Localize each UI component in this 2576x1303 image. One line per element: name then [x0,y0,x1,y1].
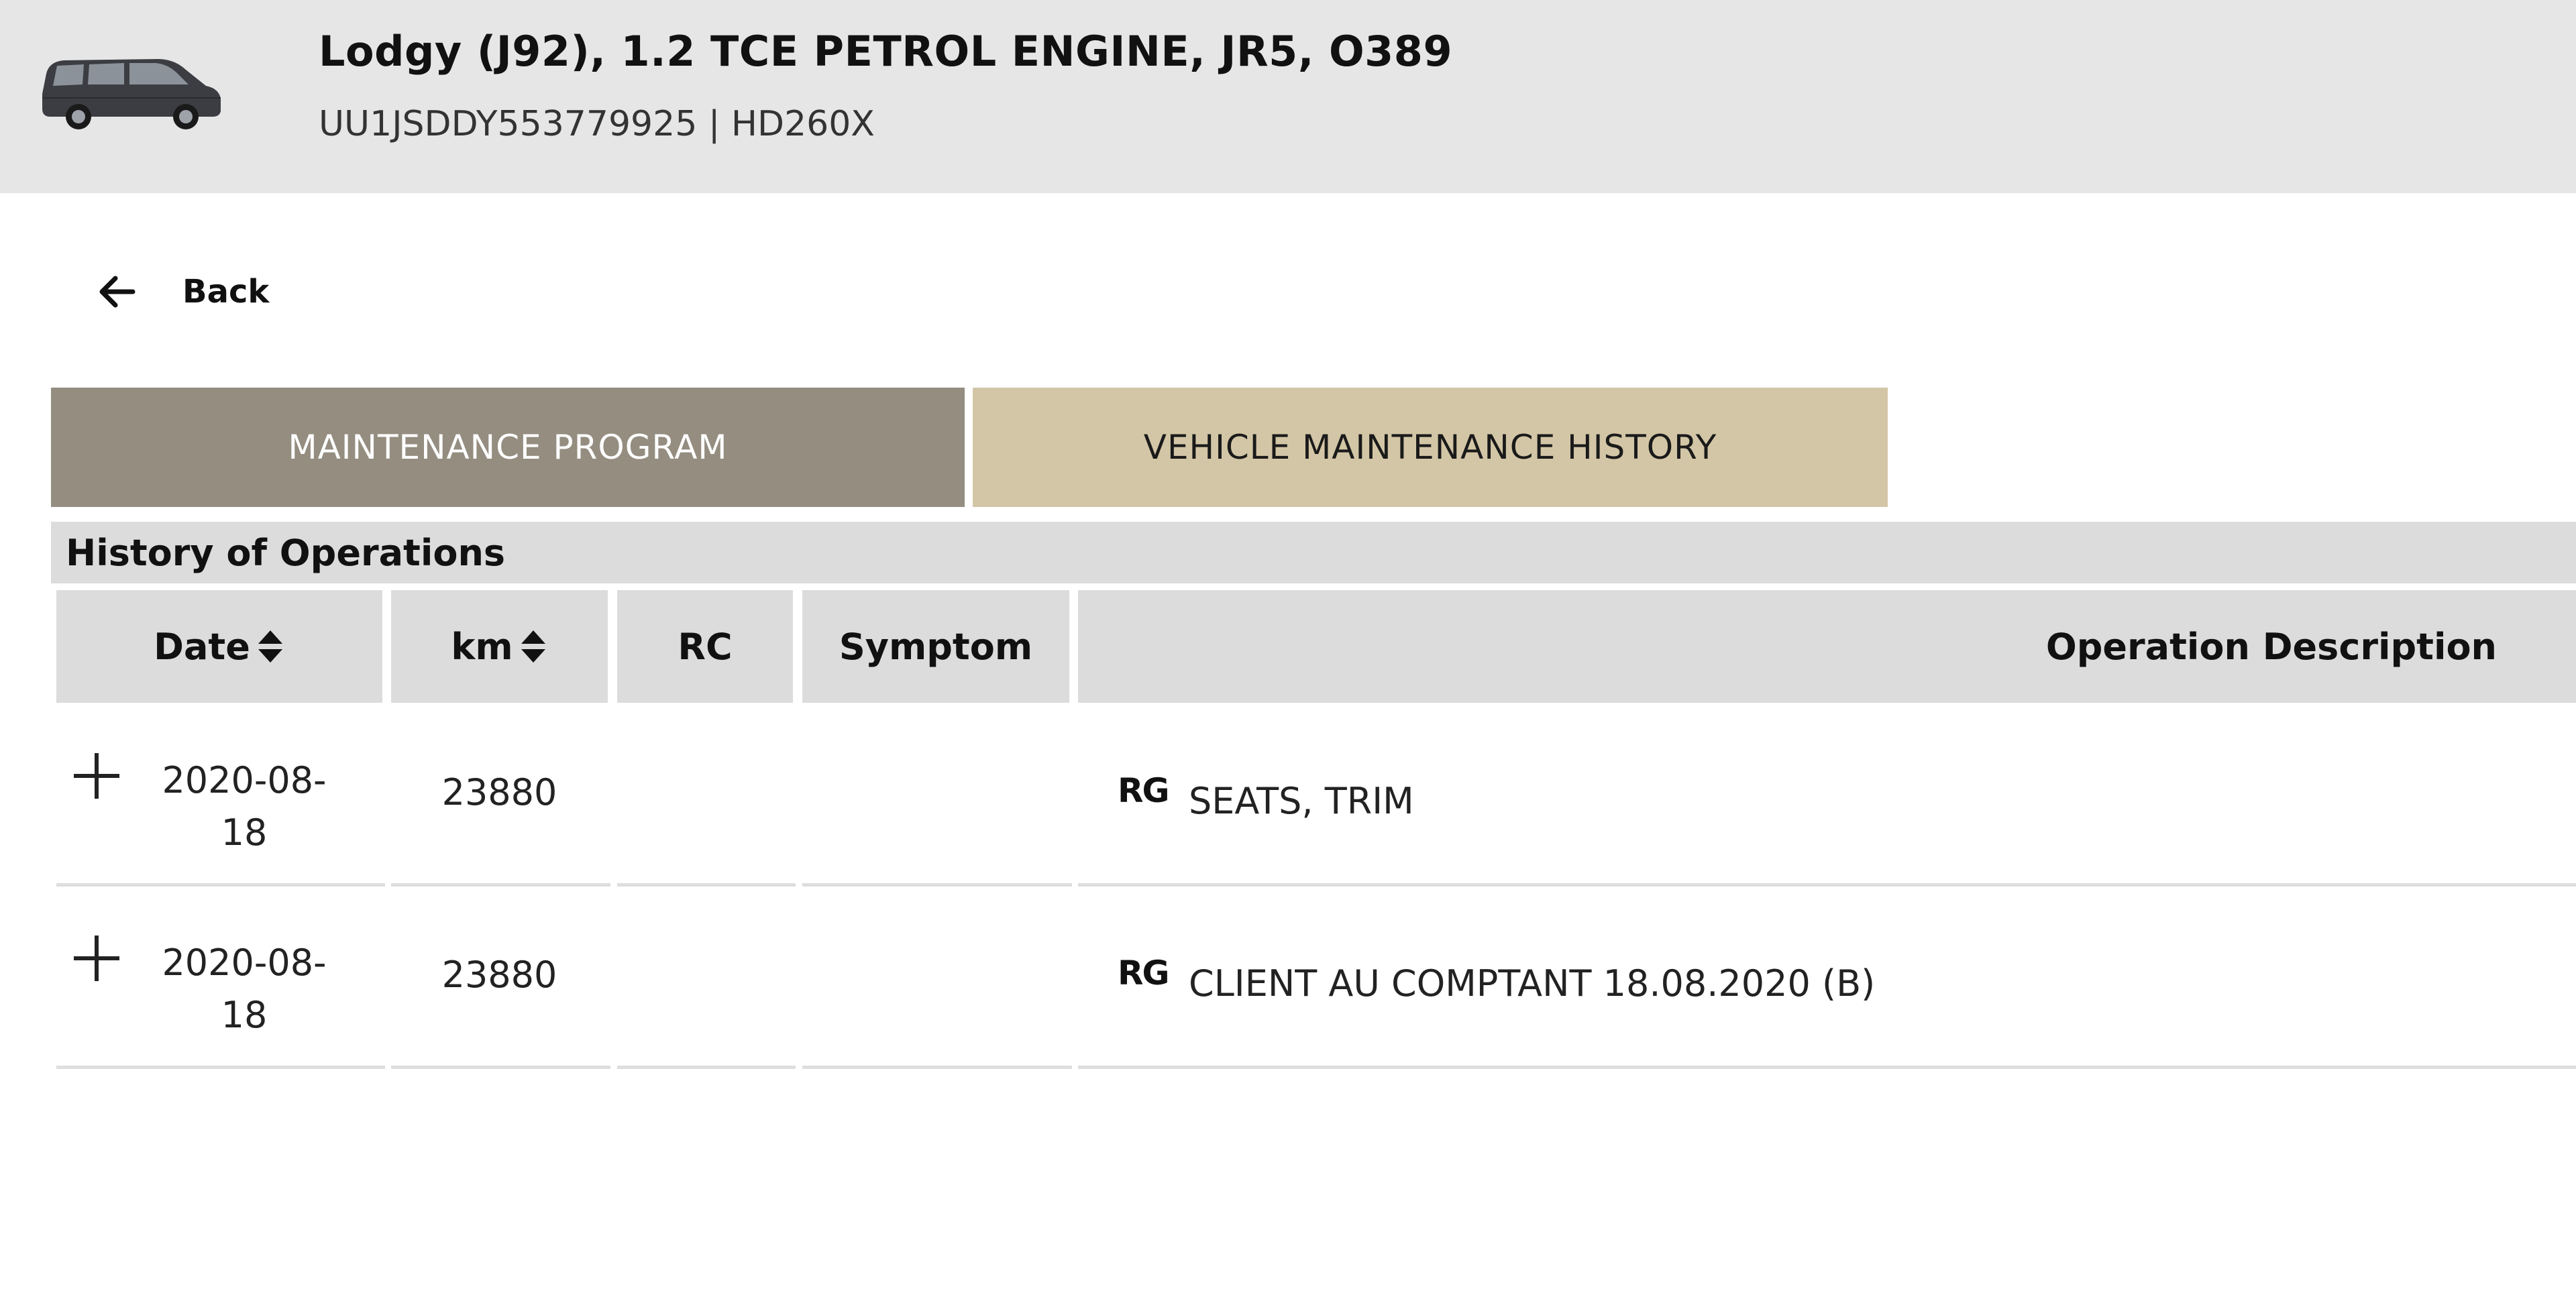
history-section-header: History of Operations [51,522,2576,583]
vehicle-vin-subtitle: UU1JSDDY553779925 | HD260X [319,104,875,144]
row-divider [617,1066,796,1069]
column-header-symptom: Symptom [802,590,1069,703]
rg-badge: RG [1118,771,1170,810]
table-row: 2020-08- 18 23880 RG SEATS, TRIM [56,704,2576,887]
tab-vehicle-maintenance-history[interactable]: VEHICLE MAINTENANCE HISTORY [973,388,1888,507]
column-header-label: Operation Description [2045,625,2497,668]
column-header-km[interactable]: km [391,590,608,703]
date-line: 2020-08- [162,942,327,984]
rg-badge: RG [1118,954,1170,993]
plus-expand-icon[interactable] [70,749,123,803]
car-icon [42,59,221,129]
tab-maintenance-program[interactable]: MAINTENANCE PROGRAM [51,388,965,507]
column-header-rc: RC [617,590,793,703]
arrow-left-icon [99,276,136,308]
table-row: 2020-08- 18 23880 RG CLIENT AU COMPTANT … [56,887,2576,1069]
column-header-operation-description: Operation Description [1078,590,2576,703]
column-header-label: Symptom [839,625,1033,668]
sort-icon [521,630,545,663]
date-line: 18 [221,994,268,1036]
column-header-label: RC [678,625,733,668]
back-button[interactable]: Back [94,265,269,319]
tab-label: MAINTENANCE PROGRAM [288,428,728,467]
km-cell: 23880 [441,771,557,813]
column-header-label: km [451,625,513,668]
vehicle-title: Lodgy (J92), 1.2 TCE PETROL ENGINE, JR5,… [319,27,1453,76]
column-header-label: Date [154,625,250,668]
operation-description: CLIENT AU COMPTANT 18.08.2020 (B) [1189,962,1876,1005]
operation-description: SEATS, TRIM [1189,780,1414,822]
column-header-date[interactable]: Date [56,590,382,703]
row-divider [56,1066,385,1069]
vehicle-header: Lodgy (J92), 1.2 TCE PETROL ENGINE, JR5,… [0,0,2576,193]
row-divider [802,1066,1072,1069]
section-title: History of Operations [66,531,506,574]
date-cell: 2020-08- 18 [157,754,331,859]
plus-expand-icon[interactable] [70,931,123,985]
date-line: 18 [221,811,268,854]
tab-label: VEHICLE MAINTENANCE HISTORY [1143,428,1717,467]
km-cell: 23880 [441,954,557,996]
back-label: Back [182,273,270,310]
row-divider [1078,1066,2576,1069]
date-line: 2020-08- [162,759,327,801]
row-divider [391,1066,610,1069]
sort-icon [258,630,282,663]
date-cell: 2020-08- 18 [157,937,331,1041]
